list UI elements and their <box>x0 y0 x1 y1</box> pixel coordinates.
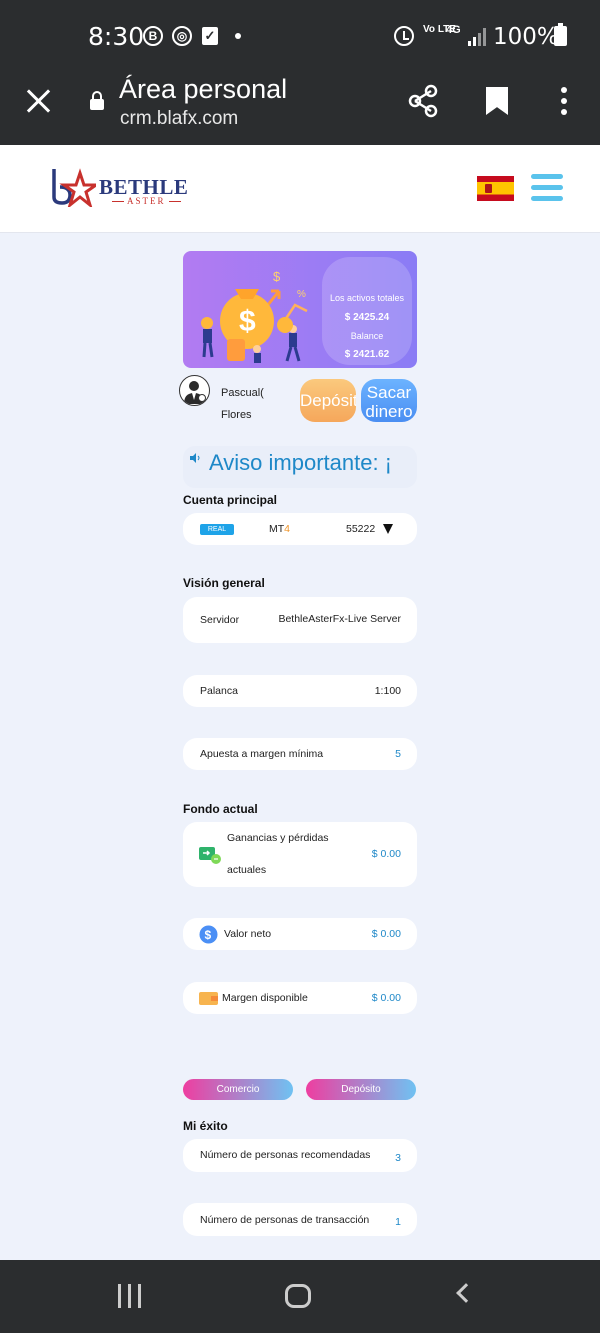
dollar-coin-icon: $ <box>199 925 218 944</box>
logo-subtitle: ASTER <box>109 196 184 206</box>
traders-row: Número de personas de transacción 1 <box>183 1203 417 1236</box>
free-margin-value: $ 0.00 <box>371 992 401 1004</box>
balance-value: $ 2421.62 <box>344 349 390 360</box>
battery-percent: 100% <box>493 24 559 50</box>
net-value-row: $ Valor neto $ 0.00 <box>183 918 417 950</box>
my-success-title: Mi éxito <box>183 1119 228 1133</box>
current-funds-title: Fondo actual <box>183 802 258 816</box>
referrals-value: 3 <box>395 1152 401 1164</box>
notice-text: Aviso importante: ¡ <box>209 450 393 475</box>
more-options-icon[interactable] <box>561 87 567 115</box>
back-icon[interactable] <box>456 1283 476 1303</box>
svg-text:%: % <box>297 289 306 300</box>
svg-text:$: $ <box>239 305 256 338</box>
close-icon[interactable] <box>26 88 52 114</box>
free-margin-row: Margen disponible $ 0.00 <box>183 982 417 1014</box>
trade-button[interactable]: Comercio <box>183 1079 293 1100</box>
leverage-row: Palanca 1:100 <box>183 675 417 707</box>
share-icon[interactable] <box>407 84 439 118</box>
page-title: Área personal <box>119 74 288 104</box>
username: Pascual( Flores <box>221 382 289 426</box>
username-line-1: Pascual( <box>221 387 264 399</box>
deposit-button[interactable]: Depósito <box>300 379 356 422</box>
net-value-label: Valor neto <box>224 928 272 940</box>
username-line-2: Flores <box>221 409 252 421</box>
dropdown-arrow-icon[interactable] <box>383 524 393 534</box>
important-notice[interactable]: Aviso importante: ¡ <box>183 446 417 488</box>
battery-icon <box>554 23 567 46</box>
home-icon[interactable] <box>285 1284 311 1308</box>
system-nav-bar <box>0 1260 600 1333</box>
total-assets-value: $ 2425.24 <box>344 312 390 323</box>
account-selector[interactable]: REAL MT4 55222 <box>183 513 417 545</box>
status-bar: 8:30 B ◎ ✓ Vo LTE 4G 100% <box>0 0 600 70</box>
min-margin-row: Apuesta a margen mínima 5 <box>183 738 417 770</box>
platform-label: MT4 <box>269 523 290 535</box>
pnl-row: Ganancias y pérdidas actuales $ 0.00 <box>183 822 417 887</box>
checkbox-notification-icon: ✓ <box>202 27 218 45</box>
overview-title: Visión general <box>183 576 265 590</box>
referrals-row: Número de personas recomendadas 3 <box>183 1139 417 1172</box>
svg-text:$: $ <box>205 928 212 942</box>
platform-prefix: MT <box>269 523 285 535</box>
server-row: Servidor BethleAsterFx-Live Server <box>183 597 417 643</box>
spain-flag-icon[interactable] <box>477 176 514 201</box>
server-label: Servidor <box>200 614 240 626</box>
referrals-label: Número de personas recomendadas <box>200 1149 371 1161</box>
traders-value: 1 <box>395 1216 401 1228</box>
min-margin-value: 5 <box>395 748 401 760</box>
leverage-value: 1:100 <box>374 685 401 697</box>
money-bag-illustration-icon: $ $ % <box>201 269 308 363</box>
logo-icon[interactable] <box>50 167 96 207</box>
main-content: $ $ % Los activos totales $ 2425.24 Bala… <box>0 233 600 1260</box>
platform-version: 4 <box>284 523 291 535</box>
pnl-value: $ 0.00 <box>371 848 401 860</box>
user-avatar-icon <box>184 381 206 404</box>
b-app-icon: B <box>143 26 163 46</box>
account-number: 55222 <box>346 523 376 535</box>
main-account-title: Cuenta principal <box>183 493 278 507</box>
server-value: BethleAsterFx-Live Server <box>278 613 401 625</box>
network-type-indicator: 4G <box>446 24 461 36</box>
site-header: BETHLE ASTER <box>0 145 600 233</box>
withdraw-button[interactable]: Sacar dinero <box>361 379 417 422</box>
net-value-value: $ 0.00 <box>371 928 401 940</box>
svg-text:$: $ <box>273 269 281 284</box>
free-margin-label: Margen disponible <box>222 992 308 1004</box>
traders-label: Número de personas de transacción <box>200 1214 370 1226</box>
assets-banner: $ $ % Los activos totales $ 2425.24 Bala… <box>183 251 417 368</box>
deposit-pill-button[interactable]: Depósito <box>306 1079 416 1100</box>
avatar[interactable] <box>179 375 210 406</box>
min-margin-label: Apuesta a margen mínima <box>200 748 324 760</box>
pnl-label-line-1: Ganancias y pérdidas <box>227 832 329 844</box>
signal-icon <box>468 28 488 46</box>
balance-label: Balance <box>350 331 384 341</box>
alarm-icon <box>394 26 414 46</box>
lock-icon <box>90 91 104 110</box>
bookmark-icon[interactable] <box>486 87 508 115</box>
wallet-icon <box>199 992 218 1005</box>
recent-apps-icon[interactable] <box>118 1284 144 1308</box>
account-type-badge: REAL <box>200 524 234 535</box>
status-time: 8:30 <box>88 22 145 51</box>
profit-loss-icon <box>199 847 221 864</box>
browser-toolbar: Área personal crm.blafx.com <box>0 70 600 145</box>
total-assets-label: Los activos totales <box>329 293 405 303</box>
more-notifications-dot-icon <box>235 33 241 39</box>
page-url[interactable]: crm.blafx.com <box>120 108 238 130</box>
pnl-label-line-2: actuales <box>227 864 267 876</box>
leverage-label: Palanca <box>200 685 238 697</box>
target-app-icon: ◎ <box>172 26 192 46</box>
menu-icon[interactable] <box>531 174 563 202</box>
speaker-icon <box>190 453 200 463</box>
